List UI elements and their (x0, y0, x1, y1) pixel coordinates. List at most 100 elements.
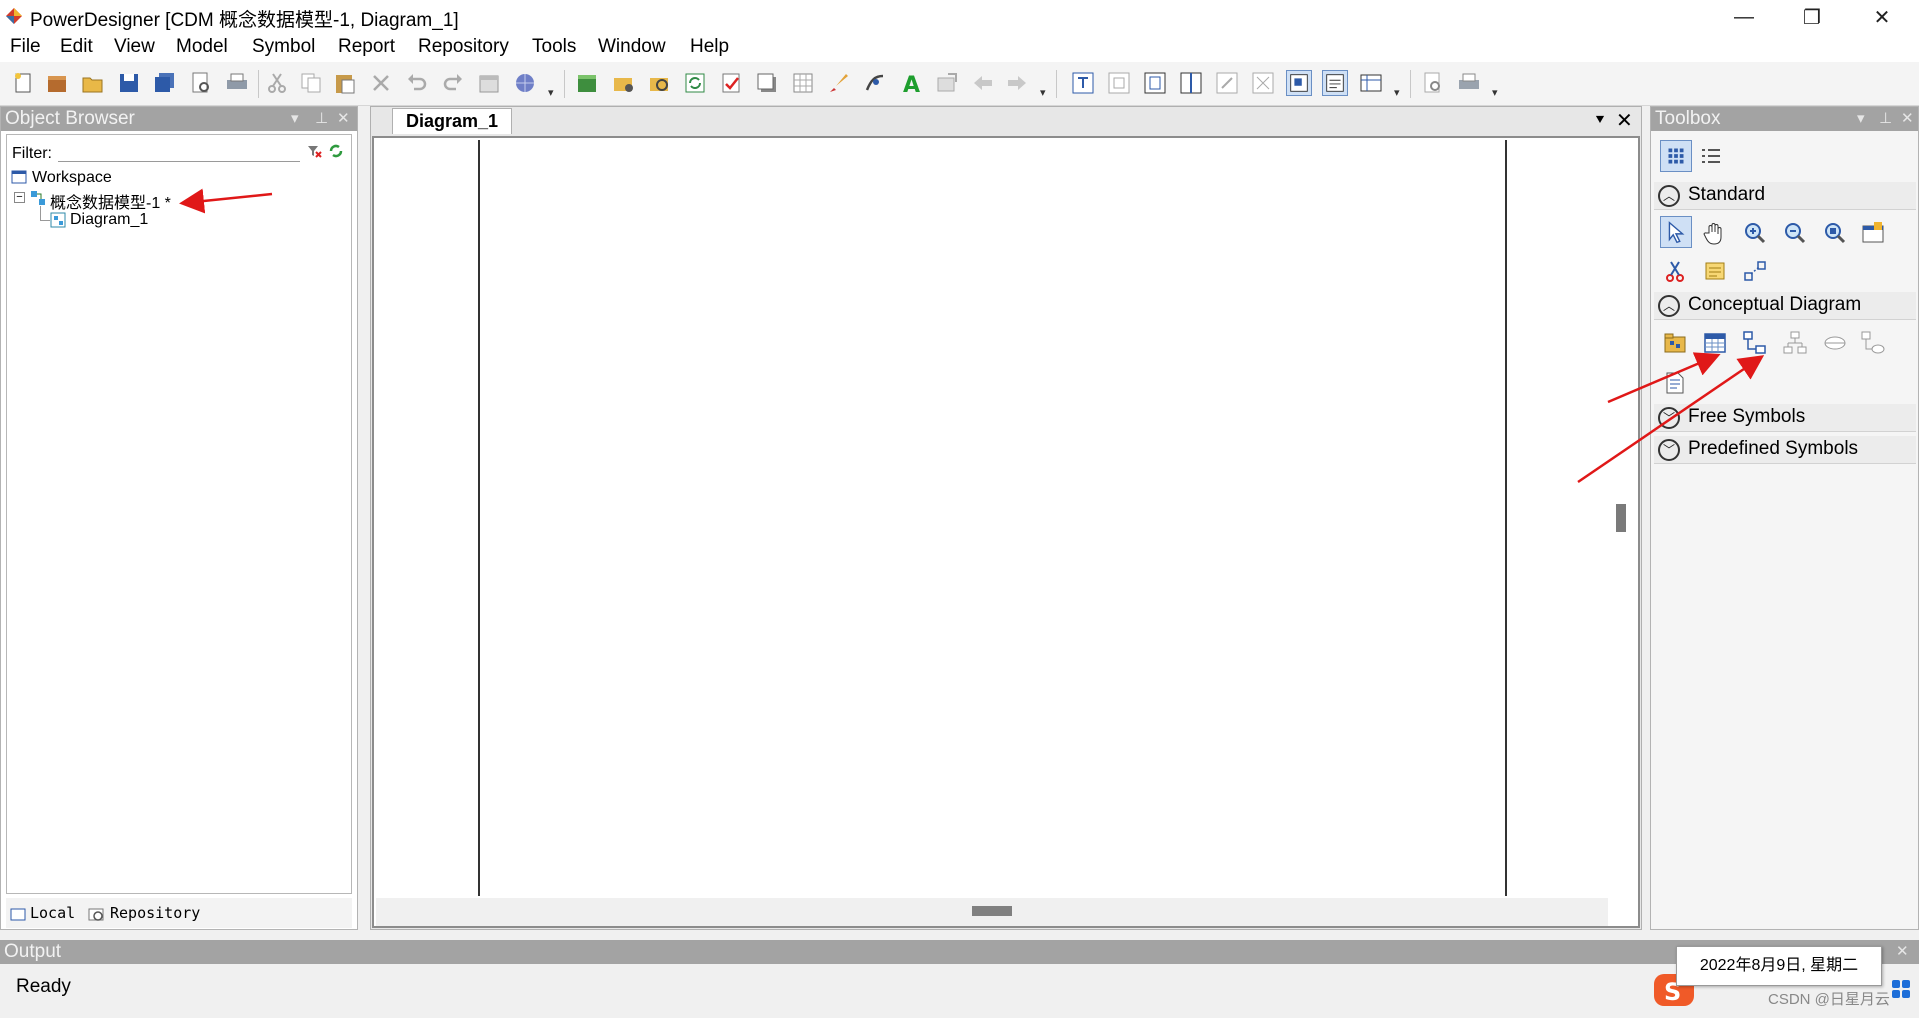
paste-icon[interactable] (332, 70, 358, 96)
back-icon[interactable] (970, 70, 996, 96)
doc-close-icon[interactable]: ✕ (1616, 108, 1633, 133)
package-icon[interactable] (610, 70, 636, 96)
brush-icon[interactable] (826, 70, 852, 96)
fit-icon[interactable] (1250, 70, 1276, 96)
diagram-tab[interactable]: Diagram_1 (392, 108, 512, 134)
view-list-icon[interactable] (1322, 70, 1348, 96)
tree-workspace[interactable]: Workspace (32, 169, 112, 187)
menu-symbol[interactable]: Symbol (252, 36, 315, 58)
list-view-icon[interactable] (1698, 144, 1724, 170)
section-standard[interactable]: ︿ Standard (1654, 182, 1916, 210)
toolbar-overflow-icon[interactable]: ▾ (1492, 86, 1498, 99)
delete-icon[interactable] (368, 70, 394, 96)
redo-icon[interactable] (440, 70, 466, 96)
menu-window[interactable]: Window (598, 36, 666, 58)
panel-close-icon[interactable]: ✕ (337, 107, 350, 131)
collapse-section-icon[interactable]: ︿ (1658, 295, 1680, 317)
align-top-icon[interactable] (1070, 70, 1096, 96)
layout-icon[interactable] (1214, 70, 1240, 96)
find-objects-icon[interactable] (646, 70, 672, 96)
horizontal-scroll-thumb[interactable] (972, 906, 1012, 916)
tray-app-icon[interactable] (1890, 978, 1912, 1000)
menu-model[interactable]: Model (176, 36, 228, 58)
open-package-diagram-icon[interactable] (1822, 220, 1848, 246)
zoom-in-icon[interactable] (1742, 220, 1768, 246)
split-icon[interactable] (1178, 70, 1204, 96)
browser-icon[interactable] (574, 70, 600, 96)
refresh-filter-icon[interactable] (328, 143, 344, 159)
undo-icon[interactable] (404, 70, 430, 96)
format-icon[interactable] (934, 70, 960, 96)
diagram-canvas[interactable] (376, 140, 1608, 896)
section-free-symbols[interactable]: ﹀ Free Symbols (1654, 404, 1916, 432)
check-model-icon[interactable] (718, 70, 744, 96)
new-project-icon[interactable] (44, 70, 70, 96)
table-view-icon[interactable] (1358, 70, 1384, 96)
repository-globe-icon[interactable] (512, 70, 538, 96)
properties-icon[interactable] (476, 70, 502, 96)
section-predefined-symbols[interactable]: ﹀ Predefined Symbols (1654, 436, 1916, 464)
entity-icon[interactable] (1702, 330, 1728, 356)
new-icon[interactable] (10, 70, 36, 96)
line-style-icon[interactable] (862, 70, 888, 96)
toolbar-overflow-icon[interactable]: ▾ (1394, 86, 1400, 99)
tree-diagram[interactable]: Diagram_1 (70, 211, 148, 229)
zoom-out-icon[interactable] (1782, 220, 1808, 246)
text-font-icon[interactable]: A (898, 70, 924, 96)
pin-icon[interactable]: ⊥ (1879, 107, 1892, 131)
collapse-icon[interactable]: − (14, 192, 25, 203)
panel-menu-icon[interactable]: ▾ (1857, 107, 1865, 131)
properties-tool-icon[interactable] (1860, 220, 1886, 246)
pointer-icon[interactable] (1660, 216, 1692, 248)
view-diagram-icon[interactable] (1286, 70, 1312, 96)
forward-icon[interactable] (1004, 70, 1030, 96)
save-icon[interactable] (116, 70, 142, 96)
shadow-icon[interactable] (754, 70, 780, 96)
preview-icon[interactable] (1420, 70, 1446, 96)
copy-icon[interactable] (298, 70, 324, 96)
page-icon[interactable] (1142, 70, 1168, 96)
pin-icon[interactable]: ⊥ (315, 107, 328, 131)
grabber-hand-icon[interactable] (1702, 220, 1728, 246)
print-icon[interactable] (224, 70, 250, 96)
toolbar-overflow-icon[interactable]: ▾ (1040, 86, 1046, 99)
print-diagram-icon[interactable] (1456, 70, 1482, 96)
cut-icon[interactable] (264, 70, 290, 96)
expand-section-icon[interactable]: ﹀ (1658, 407, 1680, 429)
panel-close-icon[interactable]: ✕ (1896, 940, 1909, 964)
expand-section-icon[interactable]: ﹀ (1658, 439, 1680, 461)
note-icon[interactable] (1702, 258, 1728, 284)
doc-menu-icon[interactable]: ⯆ (1594, 112, 1606, 129)
tree-model[interactable]: 概念数据模型-1 * (50, 189, 171, 213)
grid-icon[interactable] (790, 70, 816, 96)
icon-view-icon[interactable] (1660, 140, 1692, 172)
clear-filter-icon[interactable] (306, 143, 322, 159)
tab-repository[interactable]: Repository (110, 904, 200, 922)
menu-edit[interactable]: Edit (60, 36, 93, 58)
panel-close-icon[interactable]: ✕ (1901, 107, 1914, 131)
relationship-icon[interactable] (1742, 330, 1768, 356)
toolbar-overflow-icon[interactable]: ▾ (548, 86, 554, 99)
minimize-button[interactable]: — (1714, 0, 1774, 34)
menu-report[interactable]: Report (338, 36, 395, 58)
open-icon[interactable] (80, 70, 106, 96)
close-button[interactable]: ✕ (1852, 0, 1912, 34)
panel-menu-icon[interactable]: ▾ (291, 107, 299, 131)
save-all-icon[interactable] (152, 70, 178, 96)
menu-tools[interactable]: Tools (532, 36, 576, 58)
association-icon[interactable] (1822, 330, 1848, 356)
section-conceptual-diagram[interactable]: ︿ Conceptual Diagram (1654, 292, 1916, 320)
refresh-icon[interactable] (682, 70, 708, 96)
vertical-scrollbar[interactable] (1616, 504, 1626, 532)
menu-file[interactable]: File (10, 36, 41, 58)
collapse-section-icon[interactable]: ︿ (1658, 185, 1680, 207)
menu-view[interactable]: View (114, 36, 155, 58)
delete-tool-icon[interactable] (1662, 258, 1688, 284)
inheritance-icon[interactable] (1782, 330, 1808, 356)
restore-button[interactable]: ❐ (1782, 0, 1842, 34)
tab-local[interactable]: Local (30, 904, 75, 922)
print-preview-icon[interactable] (188, 70, 214, 96)
menu-help[interactable]: Help (690, 36, 729, 58)
association-link-icon[interactable] (1860, 330, 1886, 356)
align-center-icon[interactable] (1106, 70, 1132, 96)
